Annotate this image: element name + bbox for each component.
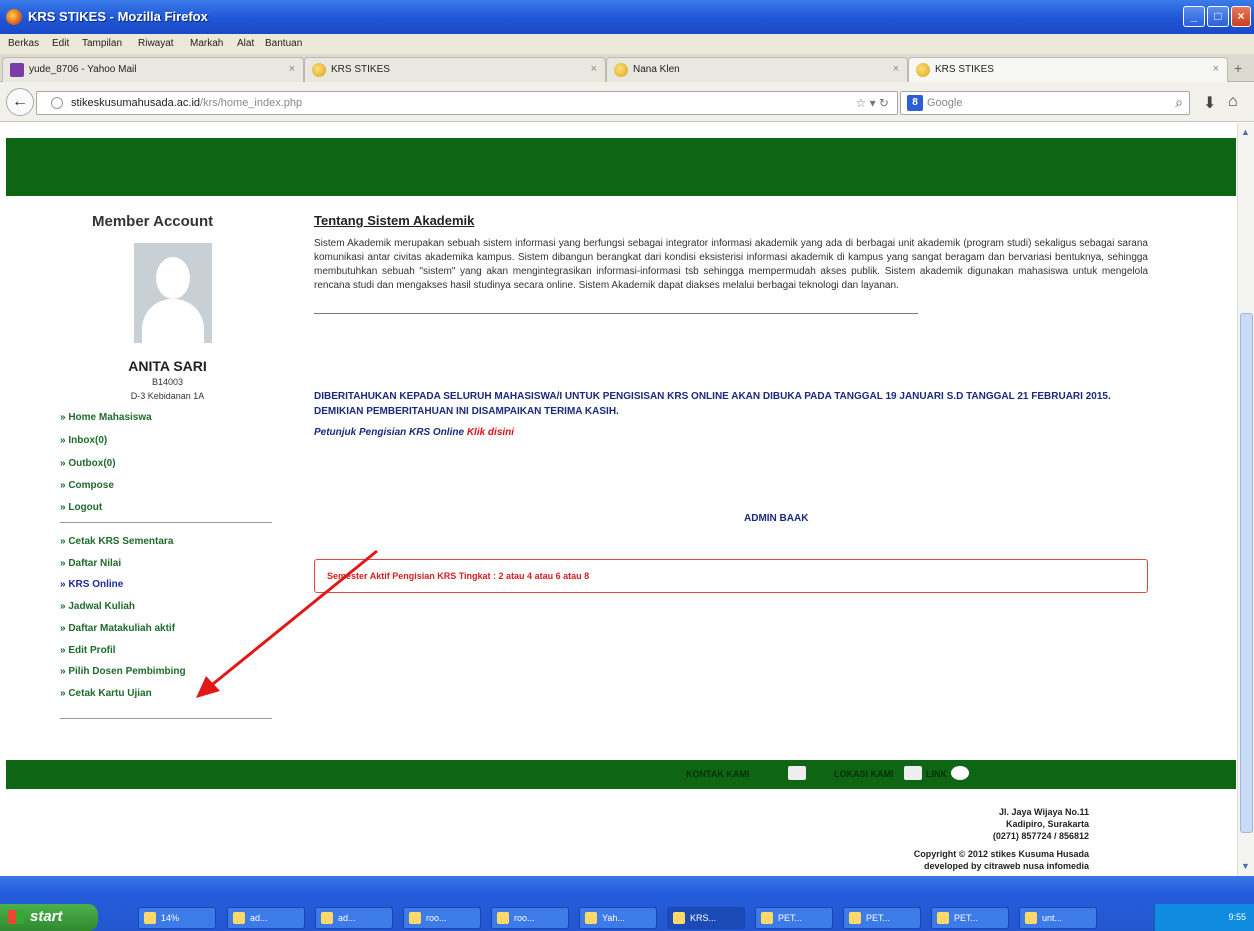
taskbar-label: PET... [954,913,979,923]
tab-label: Nana Klen [633,64,680,75]
window-titlebar[interactable]: KRS STIKES - Mozilla Firefox _ □ × [0,0,1254,34]
minimize-button[interactable]: _ [1183,6,1205,27]
tab-nana-klen[interactable]: Nana Klen × [606,57,908,82]
back-button[interactable]: ← [6,88,34,116]
menu-alat[interactable]: Alat [237,38,254,49]
tab-krs-stikes-active[interactable]: KRS STIKES × [908,57,1228,82]
app-icon [144,912,156,924]
url-path: /krs/home_index.php [200,97,303,109]
search-icon[interactable]: ⌕ [1175,94,1183,111]
taskbar-item[interactable]: ad... [315,907,393,929]
globe-icon [51,97,63,109]
app-icon [585,912,597,924]
menu-berkas[interactable]: Berkas [8,38,39,49]
window-title: KRS STIKES - Mozilla Firefox [28,9,208,24]
download-icon[interactable]: ⬇ [1203,93,1216,113]
url-bar[interactable]: stikeskusumahusada.ac.id/krs/home_index.… [36,91,898,115]
arrow-shaft [207,549,378,690]
firefox-icon [6,9,22,25]
tab-label: KRS STIKES [331,64,390,75]
url-host: stikeskusumahusada.ac.id [71,97,201,109]
menu-bar: Berkas Edit Tampilan Riwayat Markah Alat… [0,34,1254,54]
close-tab-icon[interactable]: × [591,63,597,75]
app-icon [1025,912,1037,924]
navigation-bar: ← stikeskusumahusada.ac.id/krs/home_inde… [0,82,1254,122]
tray-clock: 9:55 [1228,912,1246,922]
taskbar-label: ad... [250,913,268,923]
tab-label: KRS STIKES [935,64,994,75]
app-icon [409,912,421,924]
windows-flag-icon [8,910,24,924]
tab-label: yude_8706 - Yahoo Mail [29,64,137,75]
search-placeholder: Google [927,97,963,109]
taskbar-label: PET... [866,913,891,923]
new-tab-icon[interactable]: + [1234,60,1242,76]
page-viewport: Member Account ANITA SARI B14003 D-3 Keb… [0,123,1254,876]
taskbar-label: KRS... [690,913,717,923]
close-tab-icon[interactable]: × [289,63,295,75]
site-icon [312,63,326,77]
annotation-arrow [196,549,378,698]
tab-krs-stikes-1[interactable]: KRS STIKES × [304,57,606,82]
close-tab-icon[interactable]: × [1213,63,1219,75]
app-icon [497,912,509,924]
search-bar[interactable]: 8 Google ⌕ [900,91,1190,115]
taskbar-label: roo... [426,913,447,923]
menu-tampilan[interactable]: Tampilan [82,38,122,49]
taskbar-label: ad... [338,913,356,923]
taskbar-item[interactable]: 14% [138,907,216,929]
windows-taskbar: start 14% ad... ad... roo... roo... Yah.… [0,876,1254,931]
site-icon [916,63,930,77]
taskbar-label: Yah... [602,913,625,923]
taskbar-item[interactable]: roo... [403,907,481,929]
tab-yahoo-mail[interactable]: yude_8706 - Yahoo Mail × [2,57,304,82]
app-icon [321,912,333,924]
app-icon [849,912,861,924]
taskbar-item[interactable]: unt... [1019,907,1097,929]
start-button[interactable]: start [0,904,98,931]
taskbar-item[interactable]: Yah... [579,907,657,929]
app-icon [937,912,949,924]
tab-bar: yude_8706 - Yahoo Mail × KRS STIKES × Na… [0,54,1254,82]
taskbar-item[interactable]: ad... [227,907,305,929]
bookmark-star-icon[interactable]: ☆ ▾ ↻ [855,96,889,110]
menu-riwayat[interactable]: Riwayat [138,38,174,49]
system-tray: 9:55 [1154,904,1254,931]
app-icon [673,912,685,924]
start-label: start [30,908,63,925]
url-text: stikeskusumahusada.ac.id/krs/home_index.… [71,97,302,109]
menu-edit[interactable]: Edit [52,38,69,49]
taskbar-label: PET... [778,913,803,923]
taskbar-item[interactable]: PET... [931,907,1009,929]
taskbar-item[interactable]: roo... [491,907,569,929]
home-icon[interactable]: ⌂ [1228,93,1238,111]
mail-icon [10,63,24,77]
taskbar-label: 14% [161,913,180,923]
taskbar-item-active[interactable]: KRS... [667,907,745,929]
close-tab-icon[interactable]: × [893,63,899,75]
menu-bantuan[interactable]: Bantuan [265,38,302,49]
taskbar-item[interactable]: PET... [755,907,833,929]
close-window-button[interactable]: × [1231,6,1251,27]
maximize-button[interactable]: □ [1207,6,1229,27]
search-engine-icon[interactable]: 8 [907,95,923,111]
app-icon [761,912,773,924]
taskbar-label: unt... [1042,913,1063,923]
site-icon [614,63,628,77]
taskbar-item[interactable]: PET... [843,907,921,929]
menu-markah[interactable]: Markah [190,38,223,49]
app-icon [233,912,245,924]
taskbar-label: roo... [514,913,535,923]
